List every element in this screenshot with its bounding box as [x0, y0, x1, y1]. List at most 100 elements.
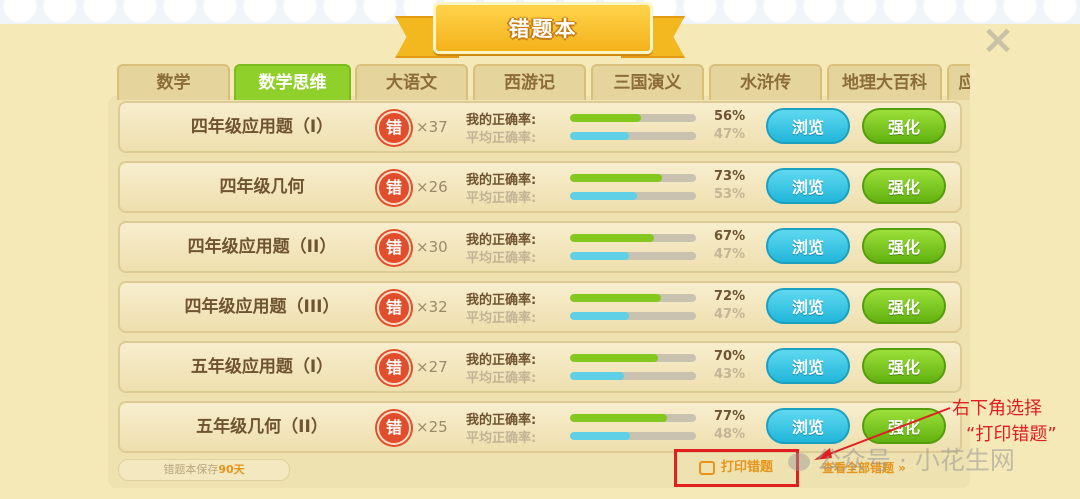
- avg-rate-label: 平均正确率:: [466, 191, 537, 206]
- avg-rate-value: 47%: [714, 247, 746, 262]
- tab-bar: 数学 数学思维 大语文 西游记 三国演义 水浒传 地理大百科 应: [117, 64, 970, 100]
- mistake-stamp-icon: 错: [377, 411, 411, 445]
- my-rate-label: 我的正确率:: [466, 353, 537, 368]
- mistake-stamp-icon: 错: [377, 351, 411, 385]
- my-rate-label: 我的正确率:: [466, 293, 537, 308]
- mistake-count: ×25: [416, 418, 448, 436]
- print-mistakes-button[interactable]: 打印错题: [699, 457, 773, 479]
- watermark-text: 公众号 · 小花生网: [816, 446, 1015, 475]
- topic-name: 五年级应用题（I）: [190, 357, 334, 377]
- topic-name: 四年级应用题（III）: [184, 297, 340, 317]
- avg-rate-label: 平均正确率:: [466, 131, 537, 146]
- my-rate-value: 70%: [714, 349, 746, 364]
- avg-rate-bar: [570, 252, 696, 260]
- my-rate-label: 我的正确率:: [466, 413, 537, 428]
- tab-geography[interactable]: 地理大百科: [827, 64, 942, 100]
- wechat-icon: [788, 453, 810, 471]
- tab-math-thinking[interactable]: 数学思维: [234, 64, 351, 100]
- avg-rate-bar: [570, 432, 696, 440]
- print-label: 打印错题: [721, 460, 774, 475]
- my-rate-fill: [570, 354, 659, 362]
- avg-rate-fill: [570, 132, 630, 140]
- my-rate-label: 我的正确率:: [466, 113, 537, 128]
- my-rate-value: 73%: [714, 169, 746, 184]
- mistake-row: 四年级应用题（I） 错 ×37 我的正确率: 平均正确率: 56% 47% 浏览 强化: [118, 101, 962, 153]
- page-title: 错题本: [508, 17, 578, 41]
- tab-water-margin[interactable]: 水浒传: [709, 64, 822, 100]
- save-label: 错题本保存: [163, 463, 219, 476]
- strengthen-button[interactable]: 强化: [862, 168, 946, 204]
- mistake-row: 四年级应用题（II） 错 ×30 我的正确率: 平均正确率: 67% 47% 浏览 强化: [118, 221, 962, 273]
- close-icon[interactable]: ×: [980, 20, 1016, 60]
- tab-chinese[interactable]: 大语文: [355, 64, 468, 100]
- avg-rate-fill: [570, 252, 630, 260]
- avg-rate-bar: [570, 192, 696, 200]
- strengthen-button[interactable]: 强化: [862, 108, 946, 144]
- topic-name: 四年级几何: [219, 177, 305, 197]
- watermark: 公众号 · 小花生网: [788, 441, 1015, 477]
- avg-rate-bar: [570, 372, 696, 380]
- my-rate-fill: [570, 414, 668, 422]
- mistake-row: 五年级应用题（I） 错 ×27 我的正确率: 平均正确率: 70% 43% 浏览 强化: [118, 341, 962, 393]
- avg-rate-value: 48%: [714, 427, 746, 442]
- strengthen-button[interactable]: 强化: [862, 288, 946, 324]
- avg-rate-label: 平均正确率:: [466, 371, 537, 386]
- topic-name: 四年级应用题（I）: [190, 117, 334, 137]
- mistake-stamp-icon: 错: [377, 231, 411, 265]
- my-rate-value: 77%: [714, 409, 746, 424]
- tab-journey-west[interactable]: 西游记: [473, 64, 586, 100]
- strengthen-button[interactable]: 强化: [862, 228, 946, 264]
- avg-rate-value: 47%: [714, 307, 746, 322]
- browse-button[interactable]: 浏览: [766, 108, 850, 144]
- browse-button[interactable]: 浏览: [766, 288, 850, 324]
- my-rate-value: 67%: [714, 229, 746, 244]
- my-rate-bar: [570, 294, 696, 302]
- ribbon-center: 错题本: [433, 2, 653, 54]
- avg-rate-label: 平均正确率:: [466, 251, 537, 266]
- my-rate-bar: [570, 114, 696, 122]
- my-rate-fill: [570, 174, 662, 182]
- tab-three-kingdoms[interactable]: 三国演义: [591, 64, 704, 100]
- my-rate-label: 我的正确率:: [466, 173, 537, 188]
- browse-button[interactable]: 浏览: [766, 228, 850, 264]
- tab-math[interactable]: 数学: [117, 64, 230, 100]
- avg-rate-value: 47%: [714, 127, 746, 142]
- my-rate-bar: [570, 174, 696, 182]
- avg-rate-fill: [570, 432, 631, 440]
- avg-rate-fill: [570, 312, 630, 320]
- mistake-stamp-icon: 错: [377, 291, 411, 325]
- avg-rate-value: 53%: [714, 187, 746, 202]
- browse-button[interactable]: 浏览: [766, 168, 850, 204]
- save-days: 90天: [218, 463, 245, 476]
- mistake-row: 四年级应用题（III） 错 ×32 我的正确率: 平均正确率: 72% 47% 浏览 强化: [118, 281, 962, 333]
- mistake-stamp-icon: 错: [377, 171, 411, 205]
- my-rate-fill: [570, 114, 641, 122]
- mistake-count: ×37: [416, 118, 448, 136]
- avg-rate-bar: [570, 132, 696, 140]
- avg-rate-bar: [570, 312, 696, 320]
- mistake-count: ×26: [416, 178, 448, 196]
- mistake-stamp-icon: 错: [377, 111, 411, 145]
- title-ribbon: 错题本: [395, 2, 685, 58]
- my-rate-fill: [570, 234, 655, 242]
- my-rate-fill: [570, 294, 661, 302]
- avg-rate-fill: [570, 372, 625, 380]
- annotation-line1: 右下角选择: [952, 398, 1042, 419]
- avg-rate-label: 平均正确率:: [466, 431, 537, 446]
- mistake-count: ×27: [416, 358, 448, 376]
- printer-icon: [699, 460, 715, 475]
- avg-rate-value: 43%: [714, 367, 746, 382]
- mistake-count: ×30: [416, 238, 448, 256]
- topic-name: 五年级几何（II）: [196, 417, 328, 437]
- mistake-row: 四年级几何 错 ×26 我的正确率: 平均正确率: 73% 53% 浏览 强化: [118, 161, 962, 213]
- my-rate-value: 56%: [714, 109, 746, 124]
- topic-name: 四年级应用题（II）: [187, 237, 337, 257]
- mistake-count: ×32: [416, 298, 448, 316]
- avg-rate-fill: [570, 192, 637, 200]
- tab-more[interactable]: 应: [947, 64, 970, 100]
- strengthen-button[interactable]: 强化: [862, 348, 946, 384]
- browse-button[interactable]: 浏览: [766, 348, 850, 384]
- save-duration-pill: 错题本保存90天: [118, 459, 290, 481]
- my-rate-bar: [570, 414, 696, 422]
- my-rate-label: 我的正确率:: [466, 233, 537, 248]
